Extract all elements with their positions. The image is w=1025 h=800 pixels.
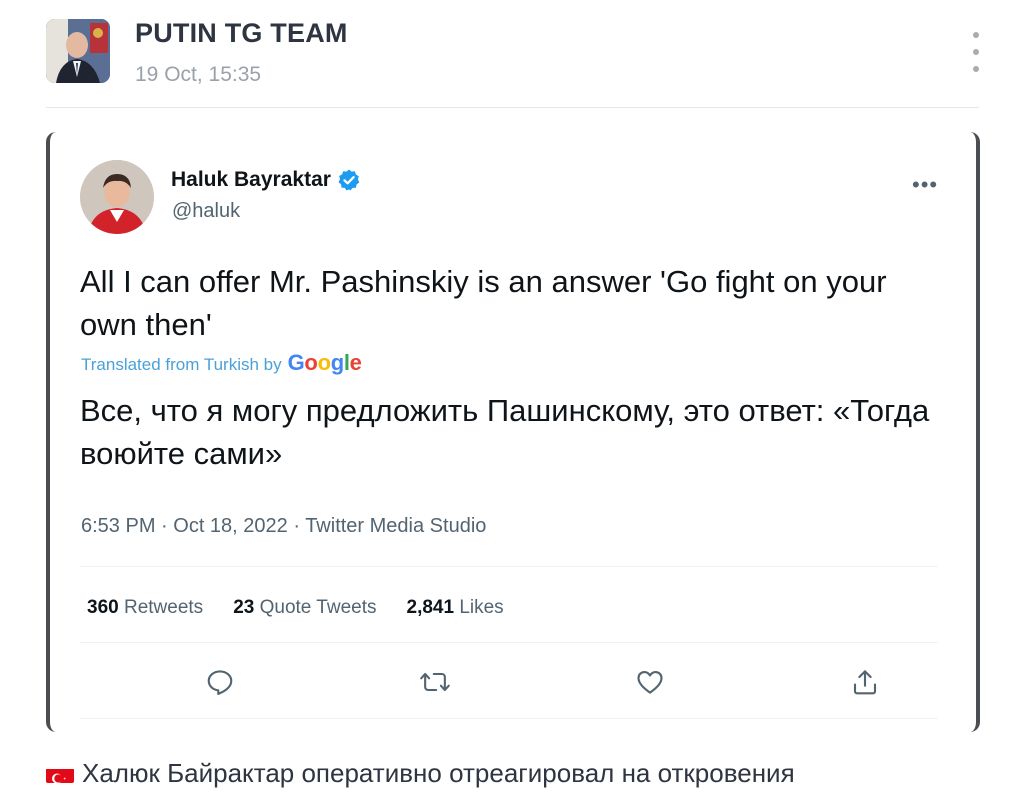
- channel-avatar[interactable]: [46, 19, 110, 83]
- translation-attribution: Translated from Turkish by Google: [81, 350, 362, 376]
- turkey-flag-icon: [46, 764, 74, 783]
- tweet-divider: [80, 718, 938, 719]
- stat-likes[interactable]: 2,841 Likes: [407, 597, 504, 619]
- share-icon[interactable]: [845, 662, 885, 702]
- like-icon[interactable]: [630, 662, 670, 702]
- reply-icon[interactable]: [200, 662, 240, 702]
- tweet-author-row: Haluk Bayraktar: [171, 168, 361, 192]
- tweet-author-name[interactable]: Haluk Bayraktar: [171, 168, 331, 192]
- header-divider: [46, 107, 979, 108]
- stat-quote-tweets[interactable]: 23 Quote Tweets: [233, 597, 376, 619]
- translated-tweet-text: Все, что я могу предложить Пашинскому, э…: [80, 393, 930, 471]
- channel-name[interactable]: PUTIN TG TEAM: [135, 18, 348, 49]
- caption-text: Халюк Байрактар оперативно отреагировал …: [82, 758, 795, 788]
- google-logo: Google: [287, 350, 362, 375]
- retweet-icon[interactable]: [415, 662, 455, 702]
- more-vertical-icon[interactable]: [963, 32, 989, 72]
- tweet-divider: [80, 642, 938, 643]
- tweet-handle[interactable]: @haluk: [172, 200, 240, 223]
- post-header: PUTIN TG TEAM 19 Oct, 15:35: [0, 0, 1025, 108]
- tweet-text: All I can offer Mr. Pashinskiy is an ans…: [80, 264, 887, 342]
- tweet-screenshot[interactable]: Haluk Bayraktar @haluk ••• All I can off…: [46, 132, 980, 732]
- tweet-author-avatar: [80, 160, 154, 234]
- verified-badge-icon: [337, 168, 361, 192]
- post-caption: Халюк Байрактар оперативно отреагировал …: [46, 758, 795, 789]
- post-date: 19 Oct, 15:35: [135, 63, 262, 86]
- tweet-more-icon[interactable]: •••: [912, 172, 938, 198]
- telegram-post: PUTIN TG TEAM 19 Oct, 15:35 Haluk Bayrak…: [0, 0, 1025, 800]
- translated-label: Translated from Turkish by: [81, 355, 282, 374]
- tweet-actions: [80, 662, 938, 706]
- tweet-timestamp[interactable]: 6:53 PM · Oct 18, 2022 · Twitter Media S…: [81, 515, 486, 538]
- stat-retweets[interactable]: 360 Retweets: [87, 597, 203, 619]
- tweet-stats: 360 Retweets 23 Quote Tweets 2,841 Likes: [87, 597, 534, 619]
- tweet-divider: [80, 566, 938, 567]
